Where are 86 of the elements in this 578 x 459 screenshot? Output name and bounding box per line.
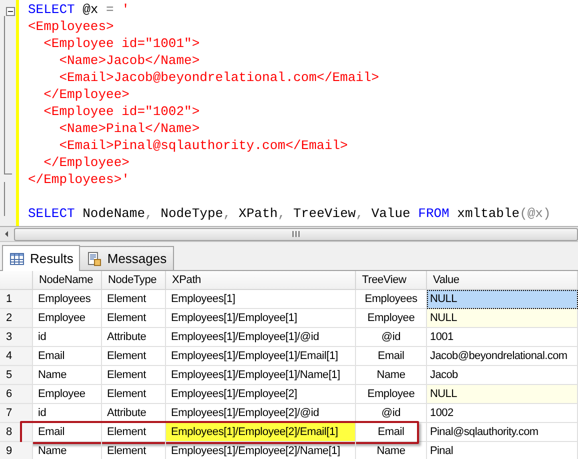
row-number[interactable]: 2 <box>0 309 33 328</box>
table-cell: Employees[1]/Employee[1]/Name[1] <box>166 366 356 385</box>
column-header[interactable]: Value <box>427 271 578 290</box>
sql-operator: , <box>356 205 364 222</box>
table-cell: Employees[1]/Employee[1] <box>166 309 356 328</box>
table-cell: @id <box>356 328 427 347</box>
row-number[interactable]: 9 <box>0 442 33 459</box>
grip-icon <box>292 231 300 237</box>
table-cell: NULL <box>427 309 578 328</box>
table-cell: Name <box>33 366 102 385</box>
table-cell: Employee <box>33 385 102 404</box>
table-cell: Email <box>356 423 427 442</box>
string-literal: <Name>Pinal</Name> <box>58 120 200 137</box>
string-literal: <Employees> <box>28 18 114 35</box>
table-cell: Email <box>33 347 102 366</box>
string-literal: <Email>Jacob@beyondrelational.com</Email> <box>58 69 380 86</box>
table-cell: 1001 <box>427 328 578 347</box>
table-cell: Employee <box>33 309 102 328</box>
table-cell: Element <box>102 366 166 385</box>
row-number[interactable]: 5 <box>0 366 33 385</box>
table-cell: Employees[1]/Employee[2] <box>166 385 356 404</box>
table-cell: Email <box>33 423 102 442</box>
table-cell: Employees[1]/Employee[2]/Name[1] <box>166 442 356 459</box>
sql-identifier: @x <box>82 1 100 18</box>
table-cell: Element <box>102 290 166 309</box>
sql-keyword: FROM <box>418 205 450 222</box>
table-cell: Attribute <box>102 404 166 423</box>
string-literal: <Email>Pinal@sqlauthority.com</Email> <box>58 137 348 154</box>
table-cell: @id <box>356 404 427 423</box>
row-number[interactable]: 8 <box>0 423 33 442</box>
sql-operator: = <box>106 1 114 18</box>
sql-identifier: Value <box>370 205 412 222</box>
table-cell: 1002 <box>427 404 578 423</box>
column-header[interactable]: XPath <box>166 271 356 290</box>
table-cell: Name <box>33 442 102 459</box>
row-number[interactable]: 6 <box>0 385 33 404</box>
sql-keyword: SELECT <box>28 205 75 222</box>
sql-identifier: NodeName <box>82 205 146 222</box>
string-literal: <Employee id="1001"> <box>42 35 200 52</box>
table-cell: Pinal <box>427 442 578 459</box>
string-literal: <Name>Jacob</Name> <box>58 52 200 69</box>
column-header[interactable]: NodeName <box>33 271 102 290</box>
table-cell: Employees[1]/Employee[1]/@id <box>166 328 356 347</box>
table-cell: Employees[1]/Employee[1]/Email[1] <box>166 347 356 366</box>
string-literal: ' <box>120 1 130 18</box>
table-cell: Element <box>102 442 166 459</box>
sql-operator: , <box>223 205 231 222</box>
string-literal: </Employees>' <box>28 171 130 188</box>
column-header[interactable]: NodeType <box>102 271 166 290</box>
column-header[interactable]: TreeView <box>356 271 427 290</box>
table-cell: Email <box>356 347 427 366</box>
string-literal: </Employee> <box>42 154 130 171</box>
table-cell: Element <box>102 347 166 366</box>
document-icon <box>86 250 102 266</box>
row-number[interactable]: 3 <box>0 328 33 347</box>
sql-identifier: TreeView <box>292 205 356 222</box>
table-cell: Element <box>102 385 166 404</box>
table-cell: Employees[1]/Employee[2]/Email[1] <box>166 423 356 442</box>
results-tab[interactable]: Results <box>2 245 80 271</box>
collapse-icon[interactable] <box>6 7 15 16</box>
table-cell: Jacob@beyondrelational.com <box>427 347 578 366</box>
sql-identifier: NodeType <box>160 205 224 222</box>
table-cell: Attribute <box>102 328 166 347</box>
sql-identifier: XPath <box>238 205 278 222</box>
string-literal: <Employee id="1002"> <box>42 103 200 120</box>
table-cell: Employees[1] <box>166 290 356 309</box>
table-cell: Employees <box>33 290 102 309</box>
table-cell: NULL <box>427 290 578 309</box>
table-cell: NULL <box>427 385 578 404</box>
sql-identifier: xmltable <box>456 205 520 222</box>
table-cell: Name <box>356 366 427 385</box>
row-number[interactable]: 7 <box>0 404 33 423</box>
table-cell: Pinal@sqlauthority.com <box>427 423 578 442</box>
row-number[interactable]: 4 <box>0 347 33 366</box>
table-cell: Name <box>356 442 427 459</box>
sql-operator: , <box>145 205 153 222</box>
row-number[interactable]: 1 <box>0 290 33 309</box>
messages-tab[interactable]: Messages <box>79 246 174 270</box>
sql-keyword: SELECT <box>28 1 75 18</box>
sql-operator: (@x) <box>520 205 551 222</box>
grid-icon <box>9 250 25 266</box>
table-cell: Element <box>102 309 166 328</box>
table-cell: id <box>33 328 102 347</box>
string-literal: </Employee> <box>42 86 130 103</box>
sql-operator: , <box>278 205 286 222</box>
table-cell: id <box>33 404 102 423</box>
